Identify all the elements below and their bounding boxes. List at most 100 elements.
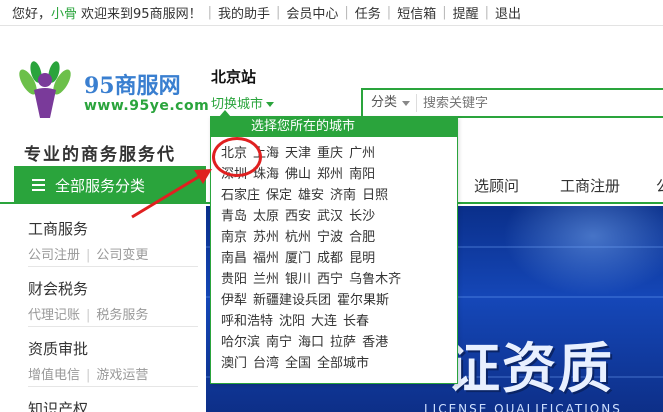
- city-option[interactable]: 哈尔滨: [221, 335, 260, 350]
- search-category-select[interactable]: 分类: [363, 94, 418, 112]
- city-row: 南京 苏州 杭州 宁波 合肥: [221, 227, 457, 248]
- nav-item-advisor[interactable]: 选顾问: [474, 175, 519, 196]
- city-option[interactable]: 重庆: [317, 146, 343, 161]
- city-option[interactable]: 昆明: [349, 251, 375, 266]
- city-option[interactable]: 南阳: [349, 167, 375, 182]
- city-option[interactable]: 南宁: [266, 335, 292, 350]
- city-option[interactable]: 长沙: [349, 209, 375, 224]
- city-option[interactable]: 雄安: [298, 188, 324, 203]
- logo-person-icon: [19, 61, 71, 118]
- city-option[interactable]: 拉萨: [330, 335, 356, 350]
- city-row: 贵阳 兰州 银川 西宁 乌鲁木齐: [221, 269, 457, 290]
- city-option[interactable]: 福州: [253, 251, 279, 266]
- username-link[interactable]: 小骨: [51, 3, 77, 22]
- logo-name: 95商服网: [84, 73, 181, 99]
- city-row: 青岛 太原 西安 武汉 长沙: [221, 206, 457, 227]
- city-row: 南昌 福州 厦门 成都 昆明: [221, 248, 457, 269]
- sidebar-sub-link[interactable]: 公司注册: [28, 248, 80, 263]
- banner-headline: 证资质: [446, 336, 614, 400]
- city-option[interactable]: 郑州: [317, 167, 343, 182]
- city-option[interactable]: 澳门: [221, 356, 247, 371]
- tasks-link[interactable]: 任务: [355, 3, 381, 22]
- city-option[interactable]: 大连: [311, 314, 337, 329]
- city-option[interactable]: 香港: [362, 335, 388, 350]
- divider: |: [207, 5, 212, 20]
- city-option[interactable]: 西宁: [317, 272, 343, 287]
- city-option[interactable]: 海口: [298, 335, 324, 350]
- member-center-link[interactable]: 会员中心: [286, 3, 338, 22]
- reminders-link[interactable]: 提醒: [453, 3, 479, 22]
- city-option[interactable]: 宁波: [317, 230, 343, 245]
- city-option[interactable]: 全部城市: [317, 356, 369, 371]
- city-option[interactable]: 厦门: [285, 251, 311, 266]
- logout-link[interactable]: 退出: [495, 3, 521, 22]
- city-option[interactable]: 佛山: [285, 167, 311, 182]
- nav-item-registration[interactable]: 工商注册: [560, 175, 620, 196]
- city-option[interactable]: 沈阳: [279, 314, 305, 329]
- sms-inbox-link[interactable]: 短信箱: [397, 3, 436, 22]
- city-row: 石家庄 保定 雄安 济南 日照: [221, 185, 457, 206]
- city-row: 澳门 台湾 全国 全部城市: [221, 353, 457, 374]
- city-option[interactable]: 南京: [221, 230, 247, 245]
- city-option[interactable]: 石家庄: [221, 188, 260, 203]
- sidebar-sub-link[interactable]: 代理记账: [28, 308, 80, 323]
- city-option[interactable]: 全国: [285, 356, 311, 371]
- city-option[interactable]: 乌鲁木齐: [349, 272, 401, 287]
- city-option[interactable]: 日照: [362, 188, 388, 203]
- city-option[interactable]: 南昌: [221, 251, 247, 266]
- city-option[interactable]: 伊犁: [221, 293, 247, 308]
- city-row: 北京 上海 天津 重庆 广州: [221, 143, 457, 164]
- city-option[interactable]: 合肥: [349, 230, 375, 245]
- site-logo[interactable]: 95商服网 www.95ye.com: [14, 60, 209, 122]
- divider: |: [386, 5, 392, 20]
- city-dropdown-header: 选择您所在的城市: [211, 117, 457, 137]
- city-option[interactable]: 珠海: [253, 167, 279, 182]
- divider: [28, 326, 198, 327]
- city-option[interactable]: 兰州: [253, 272, 279, 287]
- sidebar-sub-link[interactable]: 税务服务: [96, 308, 148, 323]
- city-option[interactable]: 太原: [253, 209, 279, 224]
- city-option[interactable]: 杭州: [285, 230, 311, 245]
- city-option[interactable]: 呼和浩特: [221, 314, 273, 329]
- divider: |: [344, 5, 349, 20]
- city-option[interactable]: 北京: [221, 146, 247, 161]
- city-option[interactable]: 青岛: [221, 209, 247, 224]
- banner-glow: [503, 206, 663, 296]
- city-option[interactable]: 武汉: [317, 209, 343, 224]
- sidebar-item-ip[interactable]: 知识产权: [28, 398, 198, 412]
- city-option[interactable]: 长春: [343, 314, 369, 329]
- city-option[interactable]: 上海: [253, 146, 279, 161]
- city-option[interactable]: 贵阳: [221, 272, 247, 287]
- chevron-down-icon: [266, 102, 275, 107]
- city-option[interactable]: 成都: [317, 251, 343, 266]
- city-option[interactable]: 保定: [266, 188, 292, 203]
- divider: |: [275, 5, 281, 20]
- divider: |: [86, 308, 91, 323]
- city-option[interactable]: 济南: [330, 188, 356, 203]
- divider: |: [484, 5, 489, 20]
- divider: |: [442, 5, 447, 20]
- sidebar-item-qualification[interactable]: 资质审批 增值电信 | 游戏运营: [28, 338, 198, 383]
- all-categories-button[interactable]: 全部服务分类: [14, 166, 206, 204]
- city-option[interactable]: 深圳: [221, 167, 247, 182]
- city-option[interactable]: 天津: [285, 146, 311, 161]
- search-input[interactable]: [417, 95, 618, 111]
- city-row: 伊犁 新疆建设兵团 霍尔果斯: [221, 290, 457, 311]
- sidebar-item-title: 工商服务: [28, 220, 89, 238]
- sidebar-sub-link[interactable]: 增值电信: [28, 368, 80, 383]
- nav-item-more[interactable]: 公: [656, 175, 663, 196]
- city-option[interactable]: 广州: [349, 146, 375, 161]
- city-option[interactable]: 霍尔果斯: [337, 293, 389, 308]
- divider: |: [86, 248, 91, 263]
- city-option[interactable]: 银川: [285, 272, 311, 287]
- city-option[interactable]: 西安: [285, 209, 311, 224]
- city-option[interactable]: 新疆建设兵团: [253, 293, 331, 308]
- sidebar-sub-link[interactable]: 游戏运营: [96, 368, 148, 383]
- city-option[interactable]: 苏州: [253, 230, 279, 245]
- city-option[interactable]: 台湾: [253, 356, 279, 371]
- city-dropdown: 选择您所在的城市 北京 上海 天津 重庆 广州深圳 珠海 佛山 郑州 南阳石家庄 保定 雄安 济南 日照…: [210, 110, 458, 384]
- sidebar-item-business[interactable]: 工商服务 公司注册 | 公司变更: [28, 218, 198, 263]
- sidebar-sub-link[interactable]: 公司变更: [96, 248, 148, 263]
- my-assistant-link[interactable]: 我的助手: [218, 3, 270, 22]
- sidebar-item-tax[interactable]: 财会税务 代理记账 | 税务服务: [28, 278, 198, 323]
